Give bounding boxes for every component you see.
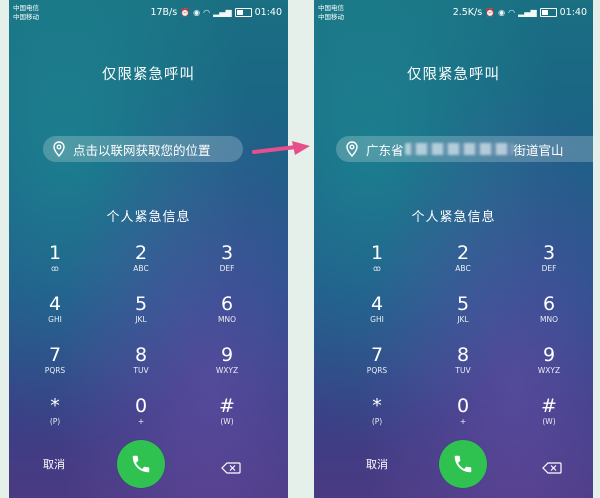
delete-button[interactable]	[542, 459, 562, 478]
location-button[interactable]: 点击以联网获取您的位置	[43, 136, 243, 162]
emergency-dialer-before: 中国电信 中国移动 17B/s ⏰ ◉ ◠ ▂▄▆ 01:40 仅限紧急呼叫 点…	[9, 0, 288, 498]
key-star[interactable]: * (P)	[20, 395, 90, 427]
location-display[interactable]: 广东省 街道官山	[336, 136, 593, 162]
key-4[interactable]: 4 GHI	[342, 293, 412, 325]
carrier-2: 中国移动	[13, 13, 39, 21]
location-prefix: 广东省	[366, 142, 404, 158]
wifi-icon: ◠	[203, 8, 211, 17]
net-speed: 2.5K/s	[452, 7, 483, 18]
clock: 01:40	[254, 7, 282, 18]
battery-icon	[234, 8, 252, 17]
key-2[interactable]: 2 ABC	[428, 242, 498, 274]
wifi-icon: ◠	[508, 8, 516, 17]
battery-icon	[539, 8, 557, 17]
page-title: 仅限紧急呼叫	[102, 67, 195, 83]
emergency-dialer-after: 中国电信 中国移动 2.5K/s ⏰ ◉ ◠ ▂▄▆ 01:40 仅限紧急呼叫 …	[314, 0, 593, 498]
key-9[interactable]: 9 WXYZ	[192, 344, 262, 376]
blurred-address	[404, 143, 513, 155]
phone-icon	[454, 455, 472, 473]
net-speed: 17B/s	[150, 7, 178, 18]
key-7[interactable]: 7 PQRS	[20, 344, 90, 376]
key-8[interactable]: 8 TUV	[428, 344, 498, 376]
arrow-right-icon	[252, 140, 312, 164]
carrier-1: 中国电信	[318, 4, 344, 12]
key-2[interactable]: 2 ABC	[106, 242, 176, 274]
carrier-labels: 中国电信 中国移动	[13, 4, 39, 22]
emergency-info-link[interactable]: 个人紧急信息	[9, 206, 288, 225]
call-button[interactable]	[439, 440, 487, 488]
signal-icon: ▂▄▆	[518, 8, 537, 17]
location-pin-icon	[346, 141, 358, 157]
key-star[interactable]: * (P)	[342, 395, 412, 427]
key-0[interactable]: 0 +	[428, 395, 498, 427]
carrier-labels: 中国电信 中国移动	[318, 4, 344, 22]
backspace-icon	[542, 462, 562, 474]
eye-icon: ◉	[193, 8, 201, 17]
alarm-icon: ⏰	[180, 8, 191, 17]
delete-button[interactable]	[221, 459, 241, 478]
status-bar: 中国电信 中国移动 2.5K/s ⏰ ◉ ◠ ▂▄▆ 01:40	[314, 0, 593, 26]
location-text: 点击以联网获取您的位置	[73, 142, 211, 158]
key-3[interactable]: 3 DEF	[514, 242, 584, 274]
key-6[interactable]: 6 MNO	[192, 293, 262, 325]
phone-icon	[132, 455, 150, 473]
key-hash[interactable]: # (W)	[192, 395, 262, 427]
key-1[interactable]: 1ꝏ	[342, 242, 412, 274]
key-6[interactable]: 6 MNO	[514, 293, 584, 325]
voicemail-icon: ꝏ	[51, 264, 59, 273]
carrier-1: 中国电信	[13, 4, 39, 12]
key-1[interactable]: 1ꝏ	[20, 242, 90, 274]
signal-icon: ▂▄▆	[213, 8, 232, 17]
carrier-2: 中国移动	[318, 13, 344, 21]
key-hash[interactable]: # (W)	[514, 395, 584, 427]
eye-icon: ◉	[498, 8, 506, 17]
page-title: 仅限紧急呼叫	[407, 67, 500, 83]
key-5[interactable]: 5 JKL	[428, 293, 498, 325]
call-button[interactable]	[117, 440, 165, 488]
key-7[interactable]: 7 PQRS	[342, 344, 412, 376]
status-icons: 17B/s ⏰ ◉ ◠ ▂▄▆ 01:40	[150, 7, 282, 18]
cancel-button[interactable]: 取消	[43, 456, 65, 472]
voicemail-icon: ꝏ	[373, 264, 381, 273]
location-suffix: 街道官山	[513, 142, 564, 158]
clock: 01:40	[559, 7, 587, 18]
alarm-icon: ⏰	[485, 8, 496, 17]
status-bar: 中国电信 中国移动 17B/s ⏰ ◉ ◠ ▂▄▆ 01:40	[9, 0, 288, 26]
key-8[interactable]: 8 TUV	[106, 344, 176, 376]
backspace-icon	[221, 462, 241, 474]
status-icons: 2.5K/s ⏰ ◉ ◠ ▂▄▆ 01:40	[453, 7, 587, 18]
key-4[interactable]: 4 GHI	[20, 293, 90, 325]
key-0[interactable]: 0 +	[106, 395, 176, 427]
key-9[interactable]: 9 WXYZ	[514, 344, 584, 376]
cancel-button[interactable]: 取消	[366, 456, 388, 472]
emergency-info-link[interactable]: 个人紧急信息	[314, 206, 593, 225]
key-5[interactable]: 5 JKL	[106, 293, 176, 325]
location-pin-icon	[53, 141, 65, 157]
key-3[interactable]: 3 DEF	[192, 242, 262, 274]
